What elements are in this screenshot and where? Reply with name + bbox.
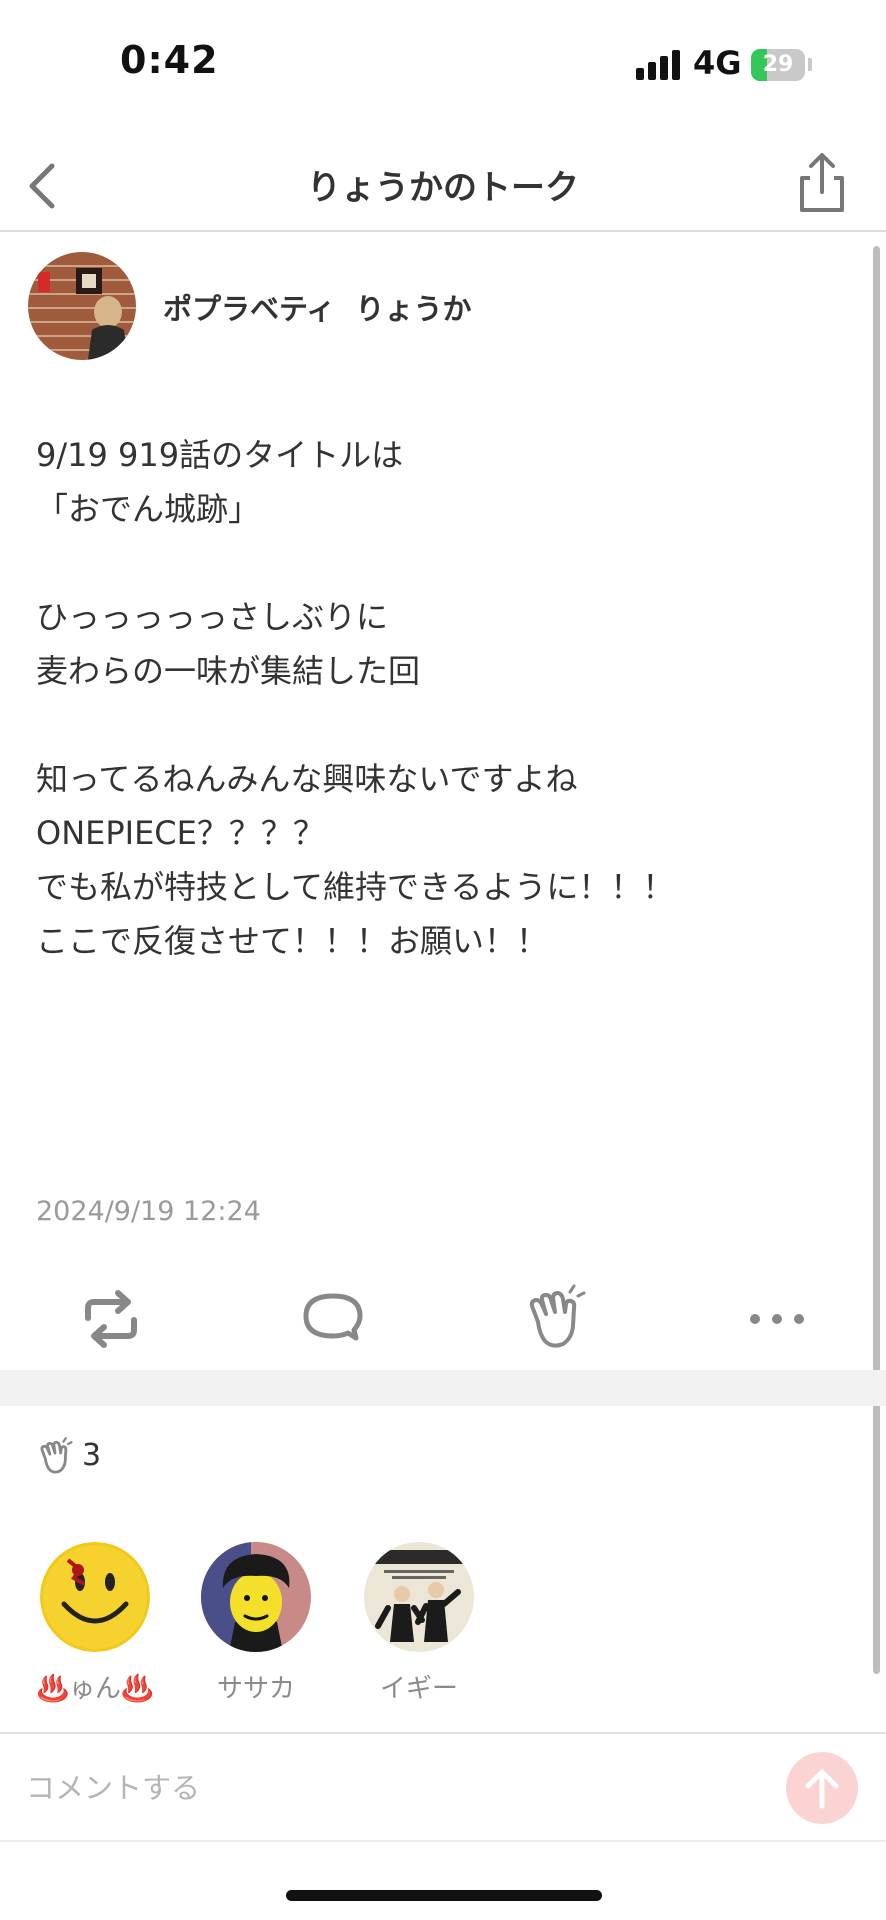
clap-icon bbox=[40, 1437, 73, 1474]
repost-button[interactable] bbox=[74, 1282, 148, 1356]
send-button[interactable] bbox=[786, 1752, 858, 1824]
clap-icon bbox=[529, 1284, 586, 1348]
repost-icon bbox=[85, 1290, 137, 1348]
post-line: ひっっっっっさしぶりに bbox=[36, 598, 389, 636]
author-name[interactable]: ポプラベティ りょうか bbox=[163, 286, 471, 328]
post-line bbox=[36, 698, 836, 752]
liker-name: ♨️ゅん♨️ bbox=[36, 1674, 154, 1704]
post-line: ONEPIECE？？？？ bbox=[36, 814, 325, 852]
arrow-up-icon bbox=[805, 1769, 839, 1809]
chevron-left-icon bbox=[29, 163, 55, 209]
like-count: 3 bbox=[82, 1438, 102, 1473]
author-avatar[interactable] bbox=[28, 252, 136, 360]
post-line: 「おでん城跡」 bbox=[36, 490, 261, 528]
share-icon bbox=[800, 153, 844, 212]
post-line bbox=[36, 536, 836, 590]
post-line: 知ってるねんみんな興味ないですよね bbox=[36, 760, 578, 798]
section-divider bbox=[0, 1370, 886, 1406]
post-timestamp: 2024/9/19 12:24 bbox=[36, 1196, 261, 1227]
battery-tip bbox=[808, 58, 812, 71]
status-time: 0:42 bbox=[120, 38, 219, 82]
home-indicator[interactable] bbox=[286, 1890, 602, 1901]
poster-avatar-image bbox=[364, 1542, 474, 1652]
post-line: でも私が特技として維持できるように！！！ bbox=[36, 868, 675, 906]
liker-item[interactable]: ササカ bbox=[176, 1542, 336, 1705]
liker-name: ササカ bbox=[216, 1674, 295, 1704]
comment-button[interactable] bbox=[296, 1282, 370, 1356]
more-button[interactable] bbox=[740, 1282, 814, 1356]
clap-button[interactable] bbox=[518, 1282, 592, 1356]
comment-bar bbox=[0, 1732, 886, 1842]
cartoon-avatar-image bbox=[201, 1542, 311, 1652]
nav-header: りょうかのトーク bbox=[0, 140, 886, 232]
network-label: 4G bbox=[693, 44, 742, 82]
author-photo bbox=[28, 252, 136, 360]
comment-icon bbox=[303, 1293, 363, 1341]
liker-name: イギー bbox=[379, 1674, 458, 1704]
smiley-avatar-image bbox=[40, 1542, 150, 1652]
post-line: ここで反復させて！！！お願い！！ bbox=[36, 922, 549, 960]
avatar bbox=[364, 1542, 474, 1652]
avatar bbox=[40, 1542, 150, 1652]
post-body: 9/19 919話のタイトルは 「おでん城跡」 ひっっっっっさしぶりに 麦わらの… bbox=[36, 428, 836, 968]
status-bar: 0:42 4G 29 bbox=[0, 0, 886, 120]
avatar bbox=[201, 1542, 311, 1652]
share-button[interactable] bbox=[794, 152, 850, 214]
post-line: 9/19 919話のタイトルは bbox=[36, 436, 404, 474]
liker-item[interactable]: イギー bbox=[339, 1542, 499, 1705]
comment-input[interactable] bbox=[26, 1762, 726, 1814]
back-button[interactable] bbox=[18, 158, 74, 214]
signal-icon bbox=[636, 50, 682, 80]
action-bar bbox=[0, 1282, 886, 1356]
battery-icon: 29 bbox=[751, 49, 805, 81]
liker-item[interactable]: ♨️ゅん♨️ bbox=[15, 1542, 175, 1705]
post-line: 麦わらの一味が集結した回 bbox=[36, 652, 421, 690]
battery-level: 29 bbox=[762, 52, 794, 77]
more-icon bbox=[750, 1314, 804, 1324]
page-title: りょうかのトーク bbox=[307, 168, 579, 208]
scrollbar[interactable] bbox=[873, 246, 880, 1674]
